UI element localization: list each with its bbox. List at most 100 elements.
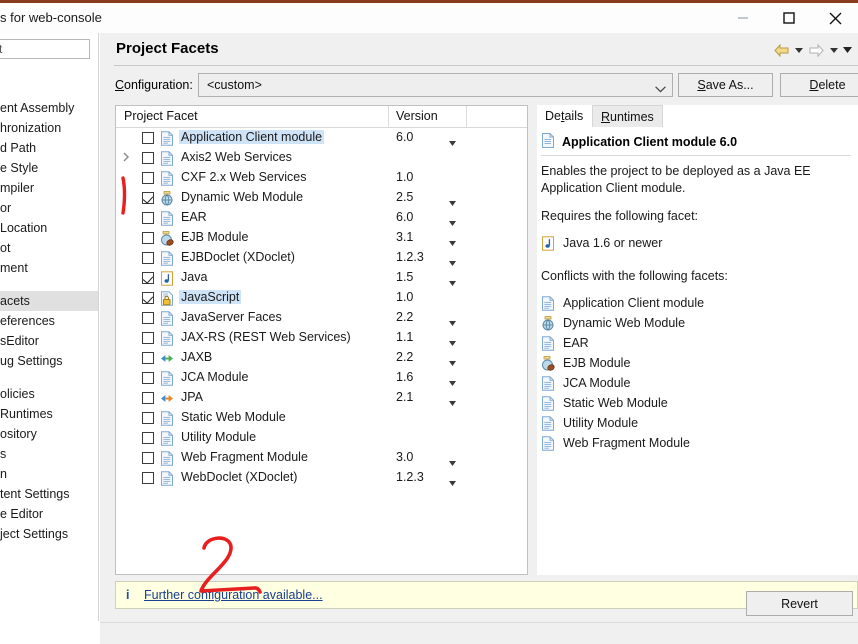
facet-row[interactable]: Static Web Module xyxy=(116,408,527,428)
facet-checkbox[interactable] xyxy=(142,212,154,224)
back-arrow-icon[interactable] xyxy=(771,41,791,59)
sidebar-item[interactable]: hronization xyxy=(0,118,98,138)
facet-row[interactable]: EJB Module 3.1 xyxy=(116,228,527,248)
sidebar-item-label: Location xyxy=(0,221,48,235)
version-chevron-down-icon[interactable] xyxy=(449,235,456,249)
facet-row[interactable]: CXF 2.x Web Services 1.0 xyxy=(116,168,527,188)
sidebar-item[interactable]: s xyxy=(0,444,98,464)
sidebar-item[interactable]: e Editor xyxy=(0,504,98,524)
sidebar-item[interactable]: e Style xyxy=(0,158,98,178)
column-divider[interactable] xyxy=(388,106,389,128)
version-chevron-down-icon[interactable] xyxy=(449,135,456,149)
version-chevron-down-icon[interactable] xyxy=(449,275,456,289)
facet-row[interactable]: Application Client module 6.0 xyxy=(116,128,527,148)
version-chevron-down-icon[interactable] xyxy=(449,455,456,469)
tab-runtimes[interactable]: Runtimes xyxy=(592,105,663,127)
delete-button[interactable]: Delete xyxy=(780,73,858,97)
facet-checkbox[interactable] xyxy=(142,252,154,264)
facet-row[interactable]: JAX-RS (REST Web Services) 1.1 xyxy=(116,328,527,348)
sidebar-item-list: ent Assembly hronization d Path e Style mpil… xyxy=(0,65,98,544)
column-header-version[interactable]: Version xyxy=(396,109,438,123)
facet-checkbox[interactable] xyxy=(142,292,154,304)
facet-checkbox[interactable] xyxy=(142,172,154,184)
facet-row[interactable]: EAR 6.0 xyxy=(116,208,527,228)
sidebar-item[interactable]: ug Settings xyxy=(0,351,98,371)
facet-checkbox[interactable] xyxy=(142,312,154,324)
document-facet-icon xyxy=(160,331,174,346)
column-divider[interactable] xyxy=(466,106,467,128)
version-chevron-down-icon[interactable] xyxy=(449,215,456,229)
version-chevron-down-icon[interactable] xyxy=(449,335,456,349)
facet-row[interactable]: JCA Module 1.6 xyxy=(116,368,527,388)
close-button[interactable] xyxy=(812,3,858,33)
tab-details[interactable]: De t ails xyxy=(537,105,592,127)
version-chevron-down-icon[interactable] xyxy=(449,375,456,389)
sidebar-filter-input[interactable] xyxy=(0,39,90,59)
sidebar-item[interactable]: tent Settings xyxy=(0,484,98,504)
sidebar-item[interactable]: Runtimes xyxy=(0,404,98,424)
sidebar-item[interactable]: ent Assembly xyxy=(0,98,98,118)
facet-row[interactable]: Axis2 Web Services xyxy=(116,148,527,168)
facet-checkbox[interactable] xyxy=(142,232,154,244)
facet-checkbox[interactable] xyxy=(142,452,154,464)
save-as-button[interactable]: Save As... xyxy=(678,73,773,97)
facet-row[interactable]: JPA 2.1 xyxy=(116,388,527,408)
sidebar-item-label: ository xyxy=(0,427,37,441)
sidebar-item[interactable]: Location xyxy=(0,218,98,238)
sidebar-item[interactable]: n xyxy=(0,464,98,484)
facet-row[interactable]: Web Fragment Module 3.0 xyxy=(116,448,527,468)
sidebar-item[interactable]: acets xyxy=(0,291,98,311)
facet-row[interactable]: JAXB 2.2 xyxy=(116,348,527,368)
version-chevron-down-icon[interactable] xyxy=(449,315,456,329)
facet-version: 1.0 xyxy=(396,170,414,184)
back-dropdown-chevron-down-icon[interactable] xyxy=(792,41,805,59)
revert-button[interactable]: Revert xyxy=(746,591,853,616)
details-requires-heading: Requires the following facet: xyxy=(541,209,699,223)
facet-checkbox[interactable] xyxy=(142,332,154,344)
facet-row[interactable]: WebDoclet (XDoclet) 1.2.3 xyxy=(116,468,527,488)
sidebar-item[interactable]: d Path xyxy=(0,138,98,158)
column-header-project-facet[interactable]: Project Facet xyxy=(124,109,198,123)
facet-checkbox[interactable] xyxy=(142,352,154,364)
configuration-combobox[interactable]: <custom> xyxy=(198,73,673,97)
overflow-menu-chevron-down-icon[interactable] xyxy=(841,41,854,59)
sidebar-item[interactable] xyxy=(0,65,98,85)
version-chevron-down-icon[interactable] xyxy=(449,195,456,209)
sidebar-item[interactable]: eferences xyxy=(0,311,98,331)
sidebar-item[interactable]: ject Settings xyxy=(0,524,98,544)
version-chevron-down-icon[interactable] xyxy=(449,395,456,409)
facet-row[interactable]: EJBDoclet (XDoclet) 1.2.3 xyxy=(116,248,527,268)
maximize-button[interactable] xyxy=(766,3,812,33)
facet-checkbox[interactable] xyxy=(142,432,154,444)
sidebar-item[interactable]: sEditor xyxy=(0,331,98,351)
forward-arrow-icon[interactable] xyxy=(806,41,826,59)
facet-row[interactable]: JavaServer Faces 2.2 xyxy=(116,308,527,328)
chevron-right-icon[interactable] xyxy=(121,151,133,165)
sidebar-item[interactable]: or xyxy=(0,198,98,218)
sidebar-item[interactable]: ot xyxy=(0,238,98,258)
document-facet-icon xyxy=(541,415,555,431)
further-configuration-link[interactable]: Further configuration available... xyxy=(144,588,323,602)
sidebar-item[interactable]: mpiler xyxy=(0,178,98,198)
facet-checkbox[interactable] xyxy=(142,392,154,404)
facet-checkbox[interactable] xyxy=(142,152,154,164)
facet-checkbox[interactable] xyxy=(142,372,154,384)
facet-row[interactable]: Utility Module xyxy=(116,428,527,448)
version-chevron-down-icon[interactable] xyxy=(449,255,456,269)
facet-checkbox[interactable] xyxy=(142,472,154,484)
sidebar-item[interactable]: ository xyxy=(0,424,98,444)
minimize-button[interactable] xyxy=(720,3,766,33)
facet-name: Application Client module xyxy=(179,130,325,144)
facet-row[interactable]: Java 1.5 xyxy=(116,268,527,288)
facet-row[interactable]: Dynamic Web Module 2.5 xyxy=(116,188,527,208)
version-chevron-down-icon[interactable] xyxy=(449,475,456,489)
sidebar-item[interactable]: ment xyxy=(0,258,98,278)
version-chevron-down-icon[interactable] xyxy=(449,355,456,369)
facet-checkbox[interactable] xyxy=(142,132,154,144)
facet-checkbox[interactable] xyxy=(142,192,154,204)
facet-checkbox[interactable] xyxy=(142,272,154,284)
facet-checkbox[interactable] xyxy=(142,412,154,424)
sidebar-item[interactable]: olicies xyxy=(0,384,98,404)
forward-dropdown-chevron-down-icon[interactable] xyxy=(827,41,840,59)
facet-row[interactable]: JavaScript 1.0 xyxy=(116,288,527,308)
